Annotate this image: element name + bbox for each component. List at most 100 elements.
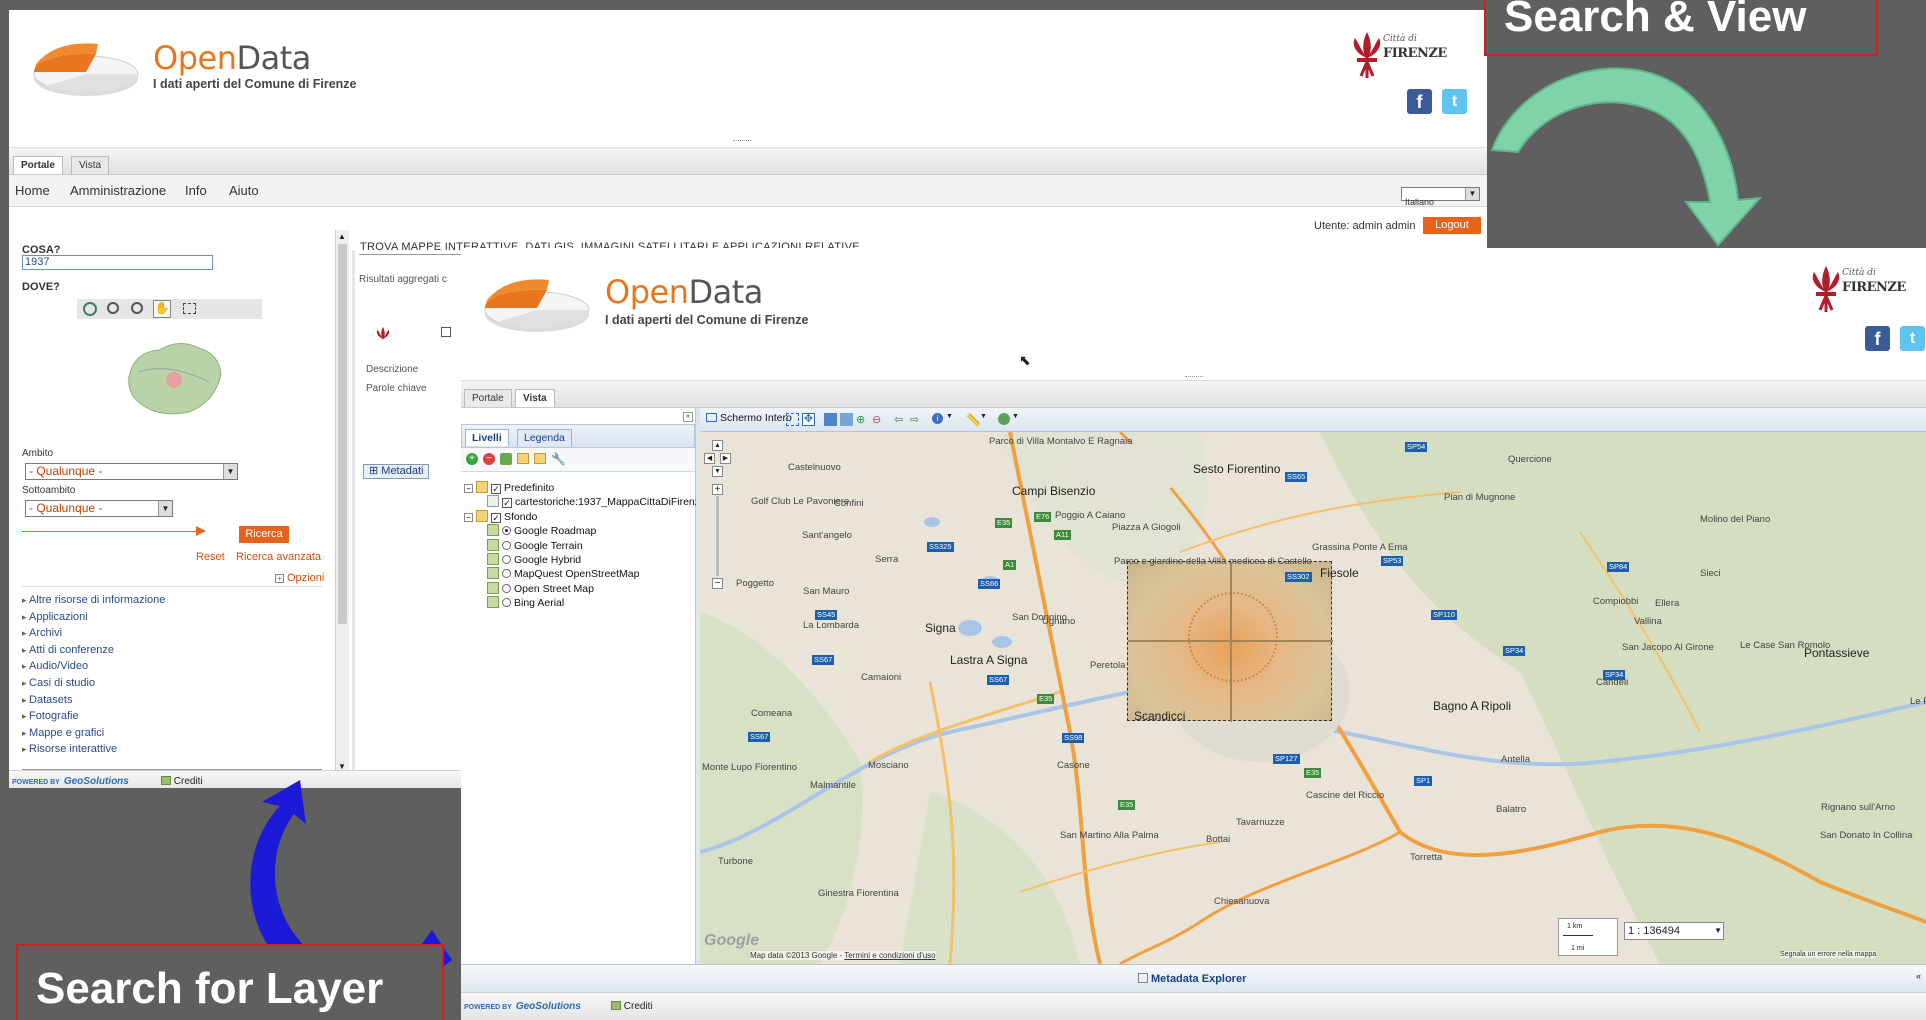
menu-info[interactable]: Info xyxy=(185,183,207,198)
bg-google-roadmap[interactable]: Google Roadmap xyxy=(487,524,596,537)
bg-bing-aerial[interactable]: Bing Aerial xyxy=(487,596,564,609)
geosolutions-logo[interactable]: POWERED BY GeoSolutions xyxy=(12,776,129,787)
pan-up-icon[interactable]: ▲ xyxy=(712,440,723,451)
options-toggle[interactable]: + Opzioni xyxy=(275,572,324,584)
tab-vista[interactable]: Vista xyxy=(515,389,555,407)
menu-home[interactable]: Home xyxy=(15,183,50,198)
zoom-in-icon[interactable]: ⊕ xyxy=(856,413,869,426)
layer-item-1937[interactable]: ✓ cartestoriche:1937_MappaCittaDiFirenze xyxy=(487,495,706,508)
pan-left-icon[interactable]: ◀ xyxy=(704,453,715,464)
resource-link[interactable]: Applicazioni xyxy=(22,609,165,626)
forward-arrow-icon[interactable]: ⇨ xyxy=(910,413,923,426)
radio-icon[interactable] xyxy=(502,541,511,550)
checkbox-icon[interactable]: ✓ xyxy=(491,513,501,523)
metadati-button[interactable]: ⊞ Metadati xyxy=(363,464,430,479)
ambito-select[interactable]: - Qualunque - ▼ xyxy=(25,463,238,480)
twitter-icon[interactable]: t xyxy=(1900,326,1925,351)
resource-link[interactable]: Audio/Video xyxy=(22,658,165,675)
logout-button[interactable]: Logout xyxy=(1423,217,1481,234)
select-box-icon[interactable] xyxy=(183,303,196,314)
chevron-down-icon[interactable]: ▼ xyxy=(980,413,993,426)
chevron-down-icon[interactable]: ▼ xyxy=(946,413,959,426)
bg-osm[interactable]: Open Street Map xyxy=(487,582,594,595)
add-group-icon[interactable] xyxy=(517,453,529,464)
zoom-track[interactable] xyxy=(716,496,719,576)
credits-link[interactable]: Crediti xyxy=(161,776,203,787)
result-checkbox[interactable] xyxy=(441,323,454,341)
menu-amministrazione[interactable]: Amministrazione xyxy=(70,183,166,198)
twitter-icon[interactable]: t xyxy=(1442,89,1467,114)
metadata-explorer-bar[interactable]: Metadata Explorer « xyxy=(461,964,1926,992)
add-layer-icon[interactable]: + xyxy=(466,453,478,465)
collapse-panel-icon[interactable]: « xyxy=(683,412,693,422)
bg-google-terrain[interactable]: Google Terrain xyxy=(487,539,583,552)
sottoambito-select[interactable]: - Qualunque - ▼ xyxy=(25,500,173,517)
zoom-in-icon[interactable]: + xyxy=(712,484,723,495)
scale-select[interactable]: 1 : 136494 ▼ xyxy=(1624,922,1724,940)
resource-link[interactable]: Altre risorse di informazione xyxy=(22,592,165,609)
tab-livelli[interactable]: Livelli xyxy=(465,429,509,446)
pan-down-icon[interactable]: ▼ xyxy=(712,466,723,477)
zoom-in-icon[interactable] xyxy=(107,302,119,314)
collapse-handle[interactable] xyxy=(733,140,751,145)
fullscreen-button[interactable]: Schermo Intero xyxy=(706,412,792,424)
resource-link[interactable]: Risorse interattive xyxy=(22,741,165,758)
tab-portale[interactable]: Portale xyxy=(464,389,512,407)
expand-icon[interactable]: « xyxy=(1916,971,1921,981)
bg-mapquest[interactable]: MapQuest OpenStreetMap xyxy=(487,567,639,580)
facebook-icon[interactable]: f xyxy=(1865,326,1890,351)
pan-hand-icon[interactable]: ✋ xyxy=(153,300,171,318)
resource-link[interactable]: Casi di studio xyxy=(22,675,165,692)
zoom-extent-icon[interactable] xyxy=(83,302,97,316)
map-canvas[interactable]: ▲ ◀ ▶ ▼ + − Sesto Fiorentino Fiesole Cam… xyxy=(700,432,1926,964)
layer-group-predefinito[interactable]: − ✓ Predefinito xyxy=(464,481,554,494)
zoom-out-icon[interactable] xyxy=(131,302,143,314)
scrollbar-thumb[interactable] xyxy=(338,244,347,624)
zoom-out-icon[interactable]: ⊖ xyxy=(872,413,885,426)
radio-icon[interactable] xyxy=(502,584,511,593)
resource-link[interactable]: Fotografie xyxy=(22,708,165,725)
cosa-input[interactable]: 1937 xyxy=(22,255,213,270)
geosolutions-logo[interactable]: POWERED BY GeoSolutions xyxy=(464,1001,581,1012)
remove-layer-icon[interactable]: − xyxy=(483,453,495,465)
zoom-max-extent-icon[interactable] xyxy=(786,413,799,426)
back-arrow-icon[interactable]: ⇦ xyxy=(894,413,907,426)
radio-icon[interactable] xyxy=(502,598,511,607)
terms-link[interactable]: Termini e condizioni d'uso xyxy=(844,951,935,960)
info-icon[interactable]: i xyxy=(932,413,943,424)
facebook-icon[interactable]: f xyxy=(1407,89,1432,114)
zoom-box-out-icon[interactable] xyxy=(840,413,853,426)
language-select[interactable]: Italiano ▼ xyxy=(1401,187,1480,207)
globe-icon[interactable] xyxy=(998,413,1010,425)
resource-link[interactable]: Archivi xyxy=(22,625,165,642)
chevron-down-icon[interactable]: ▼ xyxy=(1012,413,1025,426)
bg-google-hybrid[interactable]: Google Hybrid xyxy=(487,553,581,566)
splitter[interactable] xyxy=(352,250,355,770)
wrench-icon[interactable]: 🔧 xyxy=(551,452,566,466)
remove-group-icon[interactable] xyxy=(534,453,546,464)
credits-link[interactable]: Crediti xyxy=(611,1001,653,1012)
zoom-box-in-icon[interactable] xyxy=(824,413,837,426)
layer-group-sfondo[interactable]: − ✓ Sfondo xyxy=(464,510,537,523)
zoom-out-icon[interactable]: − xyxy=(712,578,723,589)
tab-vista[interactable]: Vista xyxy=(71,156,110,174)
reset-link[interactable]: Reset xyxy=(196,551,225,563)
ricerca-button[interactable]: Ricerca xyxy=(239,526,289,543)
resource-link[interactable]: Atti di conferenze xyxy=(22,642,165,659)
resource-link[interactable]: Datasets xyxy=(22,692,165,709)
report-error-link[interactable]: Segnala un errore nella mappa xyxy=(1780,951,1877,958)
pan-icon[interactable]: ✥ xyxy=(802,413,815,426)
radio-icon[interactable] xyxy=(502,555,511,564)
measure-icon[interactable]: 📏 xyxy=(966,413,981,427)
radio-icon[interactable] xyxy=(502,569,511,578)
advanced-search-link[interactable]: Ricerca avanzata xyxy=(236,551,321,563)
left-panel-scrollbar[interactable]: ▲ ▼ xyxy=(335,230,349,773)
add-server-icon[interactable] xyxy=(500,453,512,465)
checkbox-icon[interactable]: ✓ xyxy=(491,484,501,494)
resource-link[interactable]: Mappe e grafici xyxy=(22,725,165,742)
mini-map[interactable] xyxy=(119,332,229,422)
tab-legenda[interactable]: Legenda xyxy=(517,429,572,446)
radio-selected-icon[interactable] xyxy=(502,526,511,535)
tab-portale[interactable]: Portale xyxy=(13,156,63,174)
pan-right-icon[interactable]: ▶ xyxy=(720,453,731,464)
